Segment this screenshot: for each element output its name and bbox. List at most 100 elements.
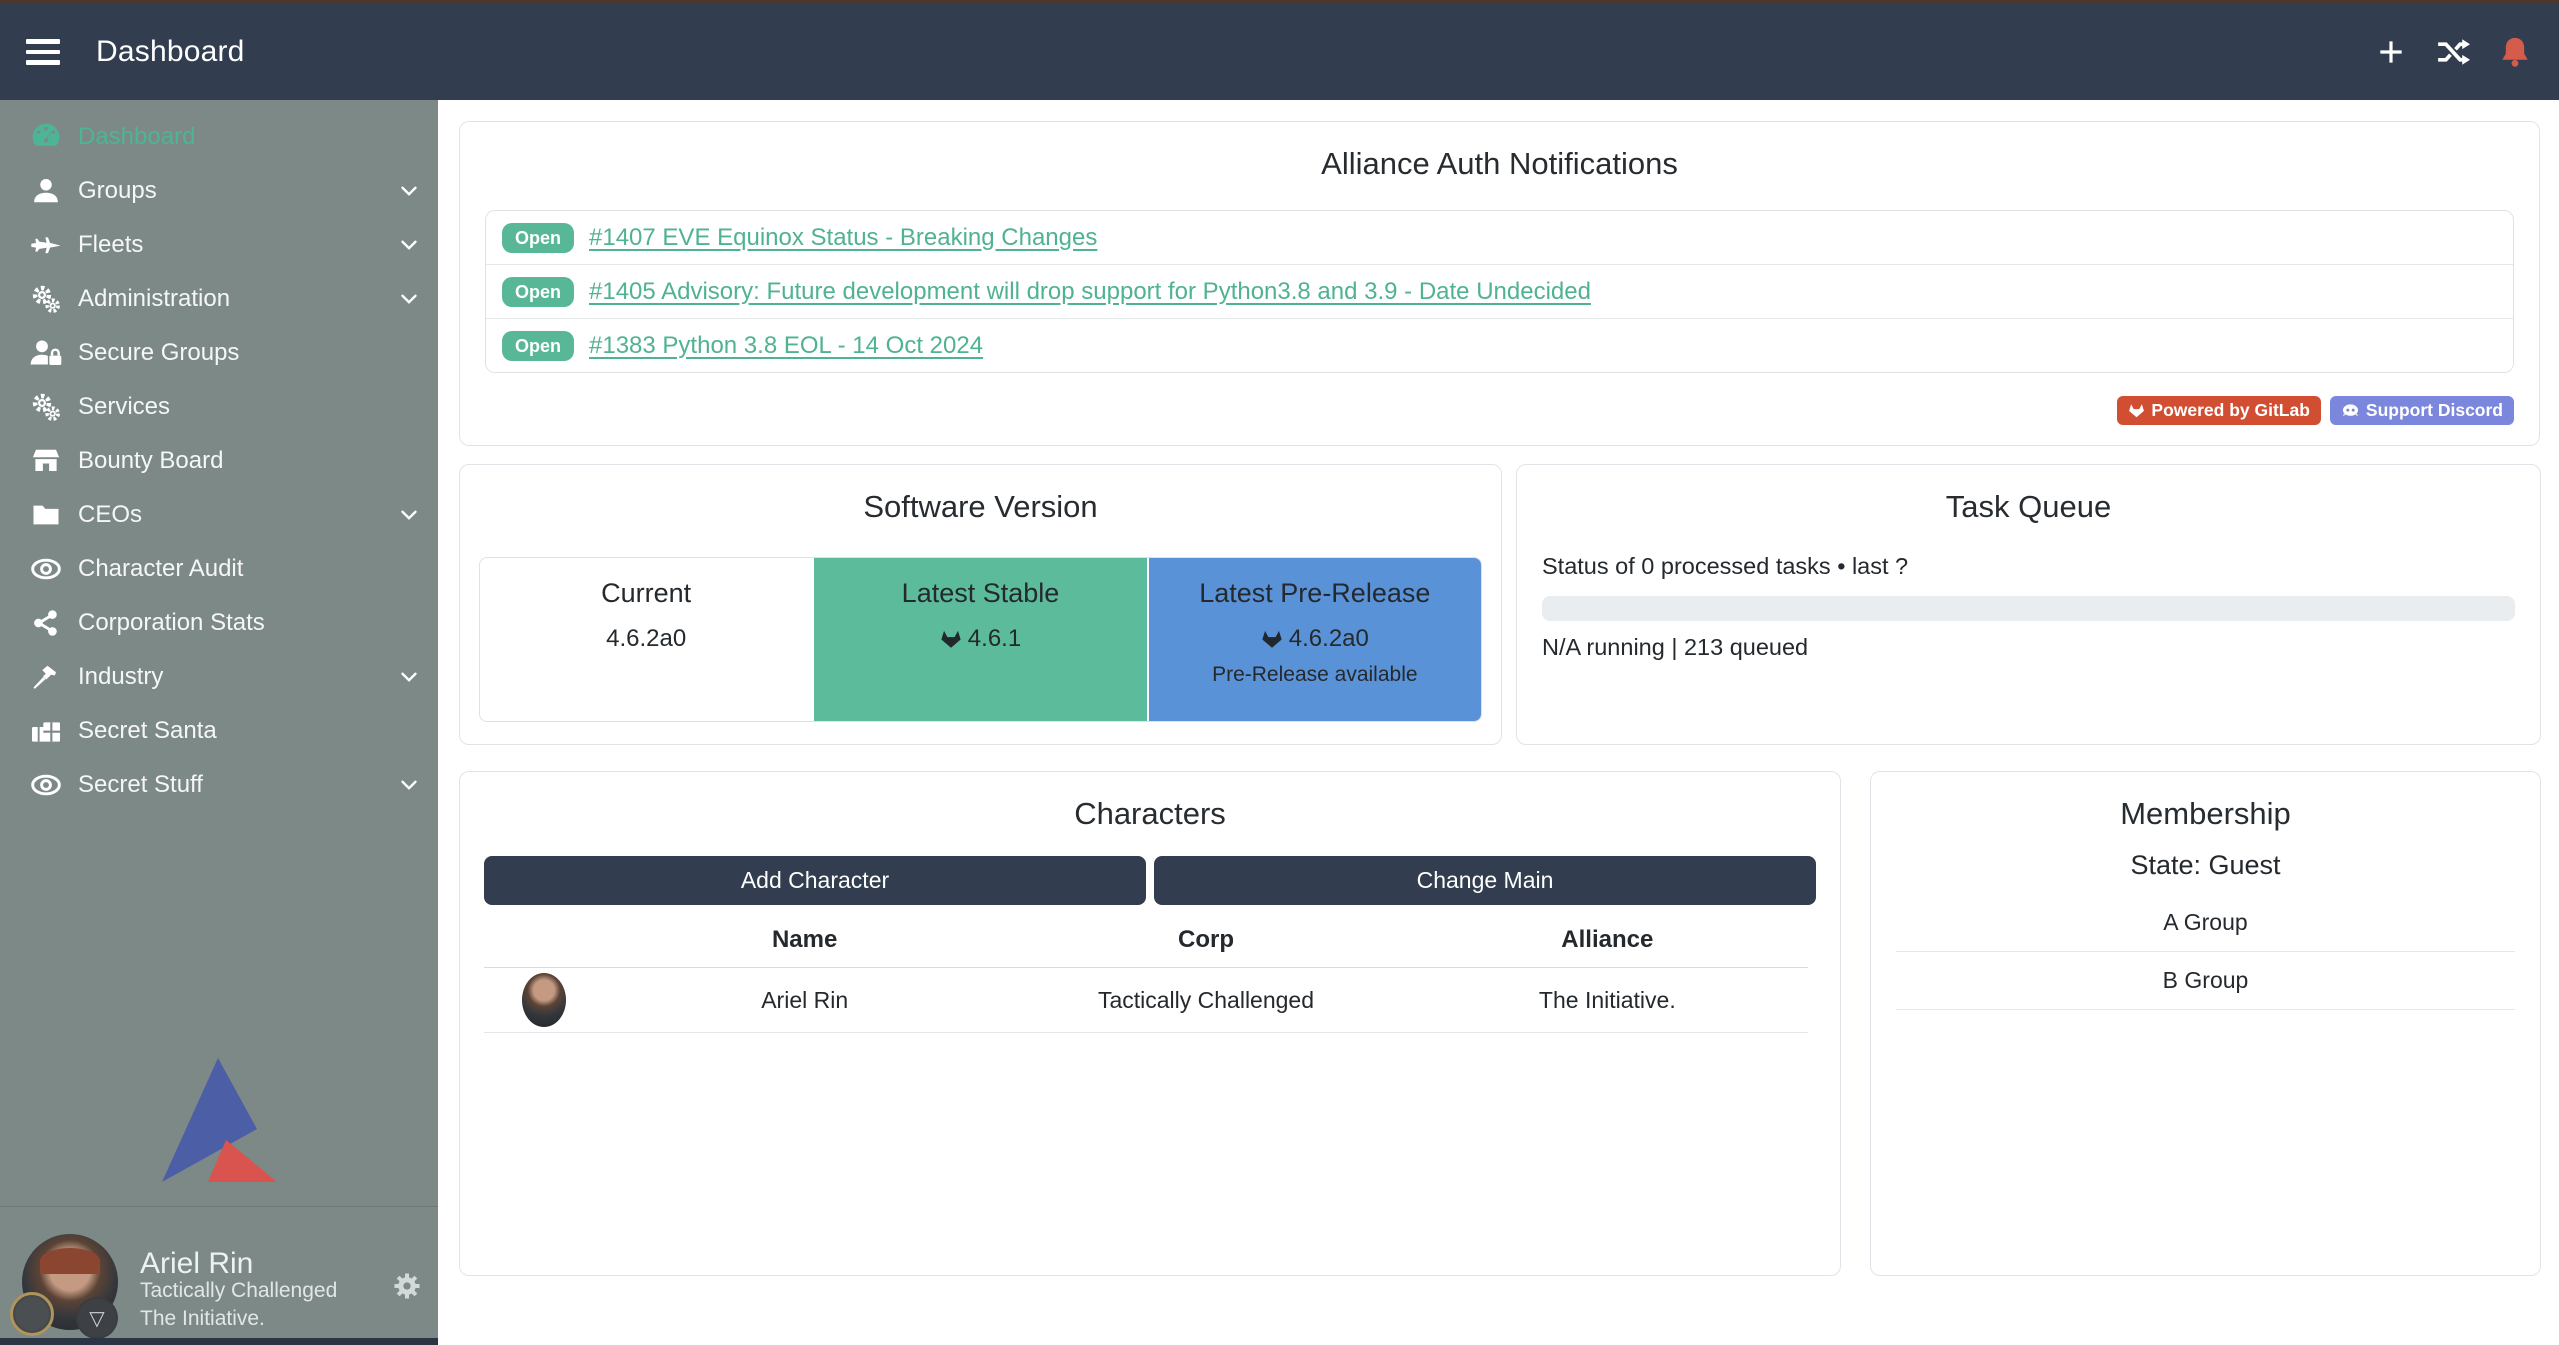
- list-item: A Group: [1896, 894, 2515, 952]
- version-value: 4.6.1: [968, 625, 1021, 653]
- sidebar-item-label: CEOs: [78, 501, 142, 529]
- status-badge: Open: [502, 277, 574, 307]
- sidebar-item-label: Corporation Stats: [78, 609, 265, 637]
- status-badge: Open: [502, 223, 574, 253]
- characters-table: Name Corp Alliance Ariel Rin Tactically …: [484, 912, 1808, 1033]
- header-name: Name: [604, 926, 1005, 954]
- sidebar-item-label: Industry: [78, 663, 163, 691]
- membership-group-list: A Group B Group: [1896, 894, 2515, 1010]
- task-queue-title: Task Queue: [1517, 490, 2540, 524]
- sidebar-item-industry[interactable]: Industry: [0, 650, 438, 704]
- cell-name: Ariel Rin: [604, 987, 1005, 1014]
- header-alliance: Alliance: [1407, 926, 1808, 954]
- add-character-plus-icon[interactable]: [2373, 34, 2409, 70]
- sidebar-item-secret-santa[interactable]: Secret Santa: [0, 704, 438, 758]
- hamburger-menu-icon[interactable]: [26, 36, 64, 68]
- version-value: 4.6.2a0: [1289, 625, 1369, 653]
- notifications-list: Open #1407 EVE Equinox Status - Breaking…: [485, 210, 2514, 373]
- chevron-down-icon: [396, 286, 422, 312]
- gears-icon: [28, 390, 64, 424]
- sidebar-item-character-audit[interactable]: Character Audit: [0, 542, 438, 596]
- notification-link[interactable]: #1383 Python 3.8 EOL - 14 Oct 2024: [589, 332, 983, 360]
- notifications-title: Alliance Auth Notifications: [460, 147, 2539, 181]
- notification-row: Open #1407 EVE Equinox Status - Breaking…: [486, 211, 2513, 264]
- software-version-card: Software Version Current 4.6.2a0 Latest …: [459, 464, 1502, 745]
- user-name: Ariel Rin: [140, 1247, 253, 1281]
- sidebar-item-label: Dashboard: [78, 123, 195, 151]
- notifications-card: Alliance Auth Notifications Open #1407 E…: [459, 121, 2540, 446]
- notification-row: Open #1383 Python 3.8 EOL - 14 Oct 2024: [486, 318, 2513, 372]
- eye-icon: [28, 552, 64, 586]
- user-icon: [28, 174, 64, 208]
- notification-row: Open #1405 Advisory: Future development …: [486, 264, 2513, 318]
- badge-label: Support Discord: [2366, 400, 2503, 421]
- shuffle-icon[interactable]: [2435, 34, 2471, 70]
- task-progress-bar: [1542, 596, 2515, 621]
- share-icon: [28, 606, 64, 640]
- sidebar-item-corporation-stats[interactable]: Corporation Stats: [0, 596, 438, 650]
- sidebar-item-label: Groups: [78, 177, 157, 205]
- gitlab-tanuki-icon: [940, 628, 962, 650]
- version-comparison-box: Current 4.6.2a0 Latest Stable 4.6.1 Late…: [479, 557, 1482, 722]
- characters-title: Characters: [460, 797, 1840, 831]
- sidebar-item-groups[interactable]: Groups: [0, 164, 438, 218]
- fighter-jet-icon: [28, 228, 64, 262]
- character-avatar: [522, 973, 566, 1027]
- gitlab-tanuki-icon: [2128, 402, 2145, 419]
- sidebar-item-label: Secure Groups: [78, 339, 239, 367]
- cell-alliance: The Initiative.: [1407, 987, 1808, 1014]
- sidebar-item-ceos[interactable]: CEOs: [0, 488, 438, 542]
- sidebar-bottom-strip: [0, 1338, 438, 1345]
- sidebar-item-label: Secret Santa: [78, 717, 217, 745]
- sidebar-item-label: Fleets: [78, 231, 143, 259]
- notifications-bell-icon[interactable]: [2497, 34, 2533, 70]
- notifications-footer: Powered by GitLab Support Discord: [2117, 396, 2514, 425]
- sidebar-item-dashboard[interactable]: Dashboard: [0, 110, 438, 164]
- settings-gear-icon[interactable]: [392, 1271, 422, 1301]
- gitlab-tanuki-icon: [1261, 628, 1283, 650]
- sidebar-item-secure-groups[interactable]: Secure Groups: [0, 326, 438, 380]
- gifts-icon: [28, 714, 64, 748]
- membership-card: Membership State: Guest A Group B Group: [1870, 771, 2541, 1276]
- user-panel: ▽ Ariel Rin Tactically Challenged The In…: [0, 1207, 438, 1338]
- membership-title: Membership: [1871, 797, 2540, 831]
- sidebar-item-administration[interactable]: Administration: [0, 272, 438, 326]
- characters-card: Characters Add Character Change Main Nam…: [459, 771, 1841, 1276]
- sidebar-item-services[interactable]: Services: [0, 380, 438, 434]
- navbar-actions: [2373, 34, 2533, 70]
- chevron-down-icon: [396, 664, 422, 690]
- sidebar-item-bounty-board[interactable]: Bounty Board: [0, 434, 438, 488]
- sidebar-item-label: Services: [78, 393, 170, 421]
- main-content: Alliance Auth Notifications Open #1407 E…: [438, 100, 2559, 1345]
- top-navbar: Dashboard: [0, 4, 2559, 100]
- change-main-button[interactable]: Change Main: [1154, 856, 1816, 905]
- sidebar-item-fleets[interactable]: Fleets: [0, 218, 438, 272]
- sidebar-item-label: Administration: [78, 285, 230, 313]
- task-status-line: Status of 0 processed tasks • last ?: [1542, 553, 1908, 580]
- sidebar-item-secret-stuff[interactable]: Secret Stuff: [0, 758, 438, 812]
- task-queue-card: Task Queue Status of 0 processed tasks •…: [1516, 464, 2541, 745]
- characters-buttons: Add Character Change Main: [484, 856, 1816, 905]
- alliance-auth-logo: [160, 1056, 280, 1184]
- hammer-icon: [28, 660, 64, 694]
- version-column-heading: Current: [480, 578, 812, 609]
- badge-label: Powered by GitLab: [2151, 400, 2310, 421]
- task-queue-line: N/A running | 213 queued: [1542, 634, 1808, 661]
- notification-link[interactable]: #1407 EVE Equinox Status - Breaking Chan…: [589, 224, 1097, 252]
- discord-icon: [2341, 401, 2360, 420]
- table-row[interactable]: Ariel Rin Tactically Challenged The Init…: [484, 968, 1808, 1033]
- user-lock-icon: [28, 336, 64, 370]
- prerelease-note: Pre-Release available: [1149, 663, 1481, 687]
- cell-corp: Tactically Challenged: [1005, 987, 1406, 1014]
- version-prerelease-column: Latest Pre-Release 4.6.2a0 Pre-Release a…: [1147, 558, 1481, 721]
- sidebar-item-label: Bounty Board: [78, 447, 223, 475]
- add-character-button[interactable]: Add Character: [484, 856, 1146, 905]
- sidebar-item-label: Character Audit: [78, 555, 243, 583]
- notification-link[interactable]: #1405 Advisory: Future development will …: [589, 278, 1591, 306]
- alliance-logo-avatar: ▽: [76, 1297, 118, 1339]
- header-corp: Corp: [1005, 926, 1406, 954]
- version-current-column: Current 4.6.2a0: [480, 558, 812, 721]
- user-alliance: The Initiative.: [140, 1307, 265, 1331]
- powered-by-gitlab-badge[interactable]: Powered by GitLab: [2117, 396, 2321, 425]
- support-discord-badge[interactable]: Support Discord: [2330, 396, 2514, 425]
